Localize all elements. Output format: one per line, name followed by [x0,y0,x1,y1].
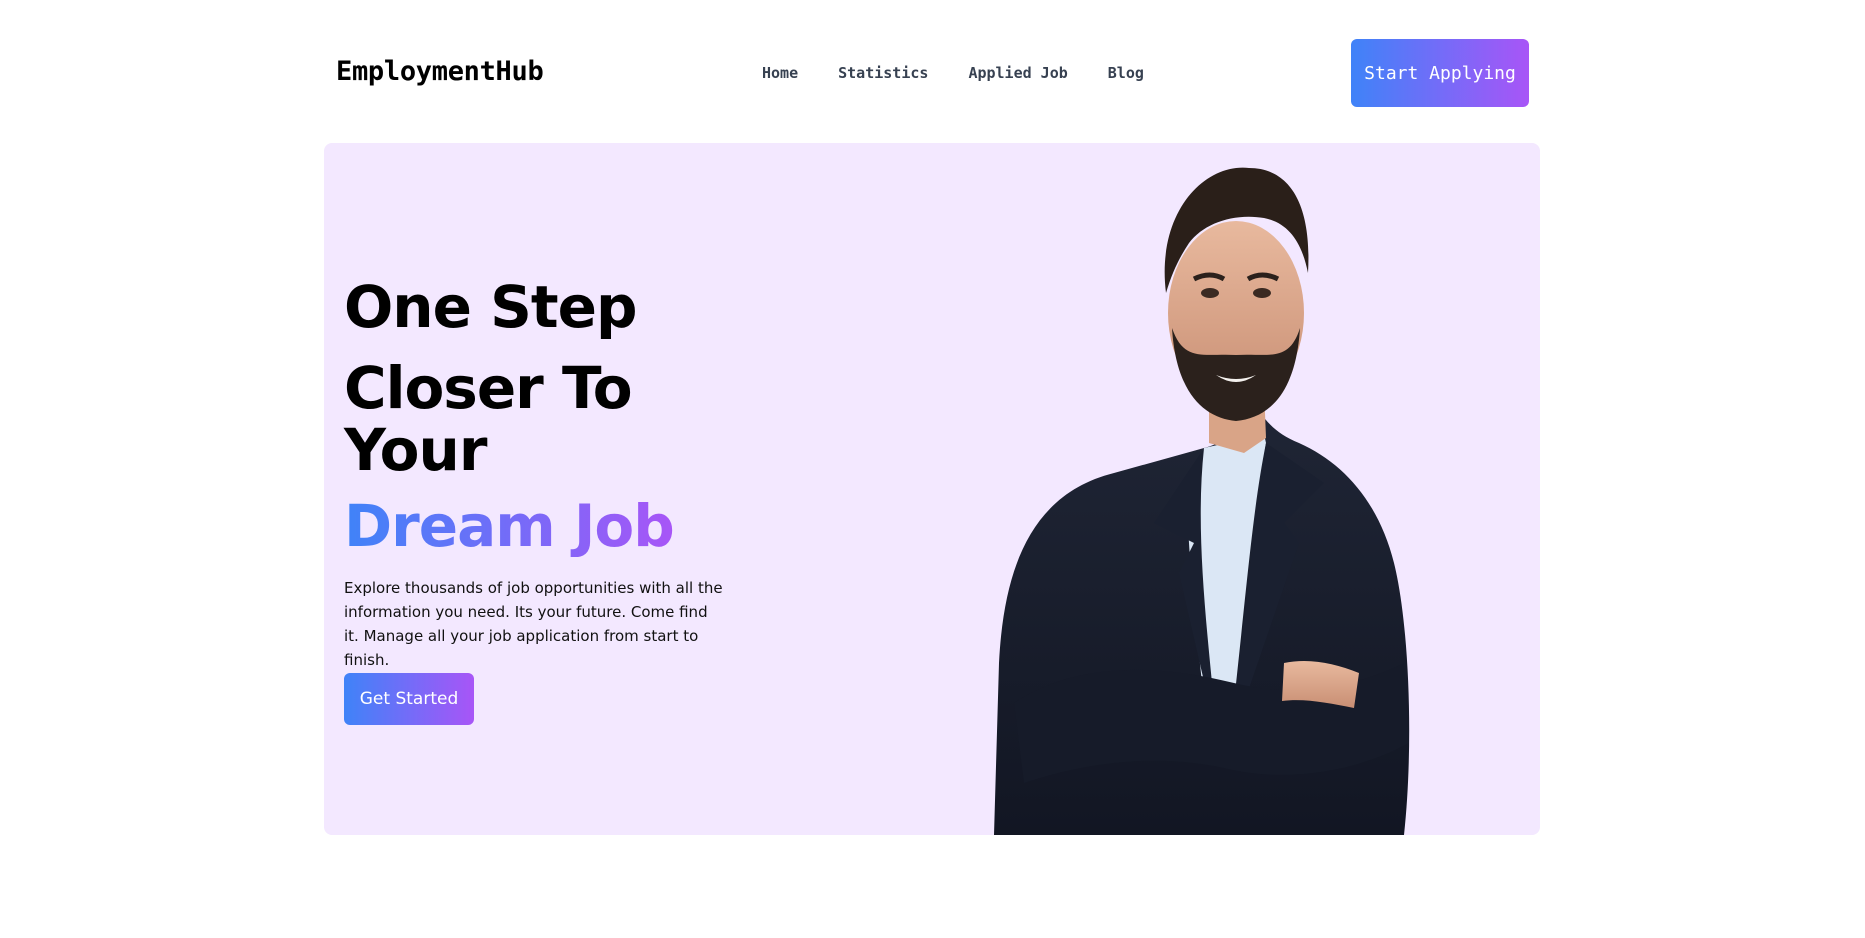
hero-headline-highlight: Dream Job [344,492,675,560]
nav-link-statistics[interactable]: Statistics [838,64,928,82]
hero-description: Explore thousands of job opportunities w… [344,579,723,669]
site-logo[interactable]: EmploymentHub [336,56,544,87]
hero-person-image [994,167,1410,835]
hero-headline-line2: Closer To Your [344,354,633,484]
hero-headline-line1: One Step [344,273,637,341]
hero-section: One Step Closer To Your Dream Job Explor… [324,143,1540,835]
get-started-button[interactable]: Get Started [344,673,474,725]
nav-link-home[interactable]: Home [762,64,798,82]
nav-link-applied-job[interactable]: Applied Job [968,64,1067,82]
start-applying-button[interactable]: Start Applying [1351,39,1529,107]
nav-link-blog[interactable]: Blog [1108,64,1144,82]
main-nav: Home Statistics Applied Job Blog [762,64,1144,82]
